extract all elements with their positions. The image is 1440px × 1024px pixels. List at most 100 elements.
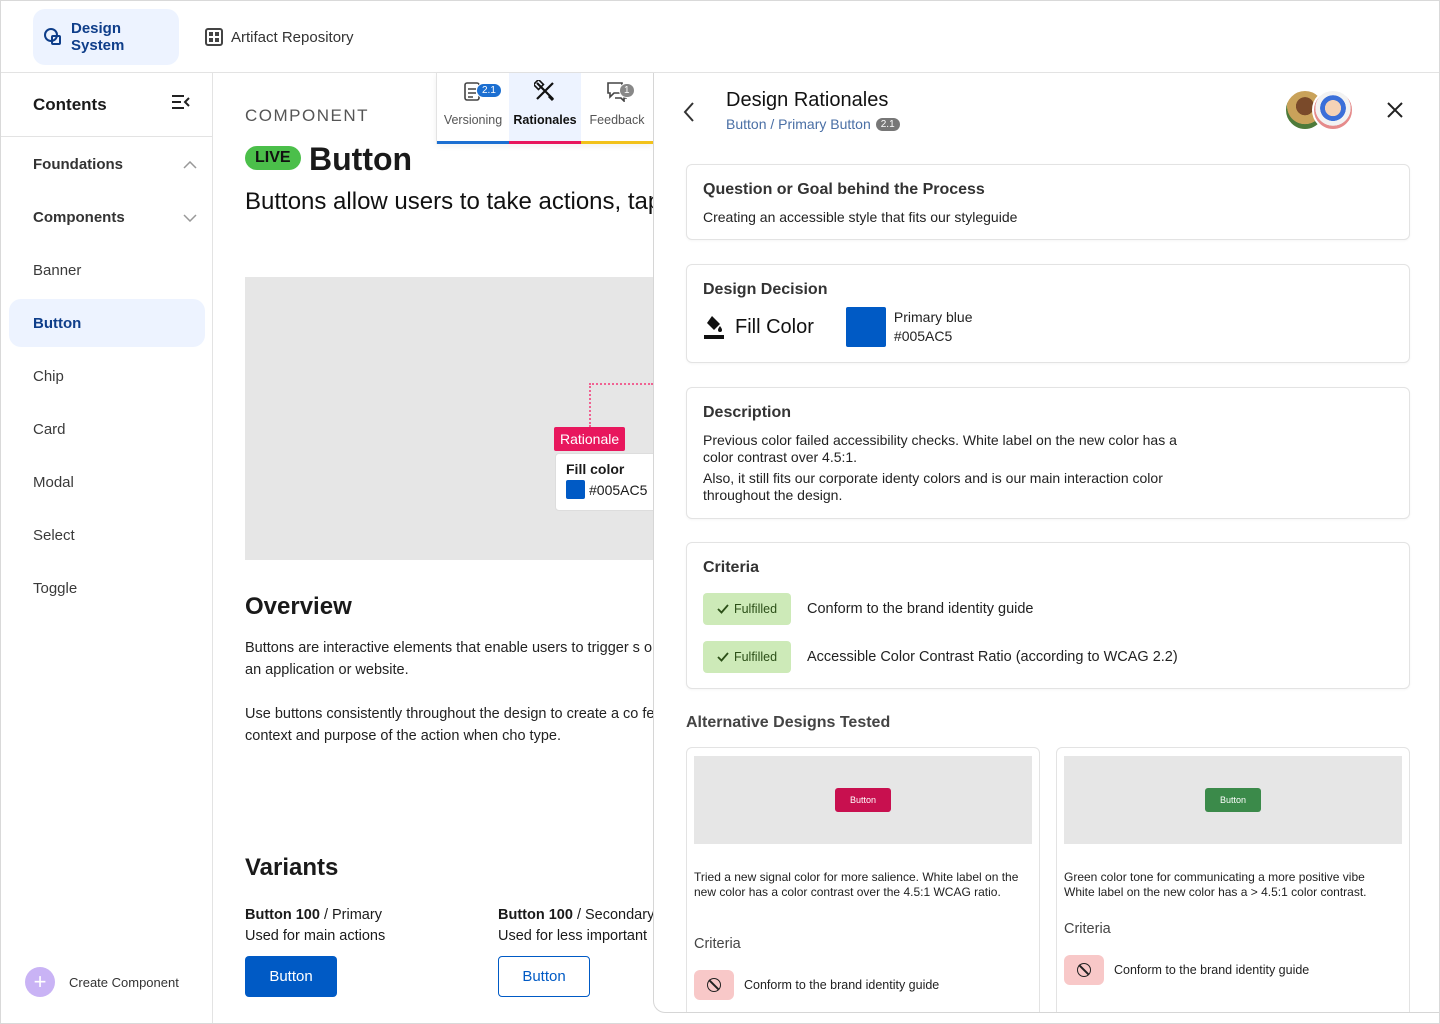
- card-heading: Criteria: [703, 559, 760, 576]
- sidebar-title: Contents: [33, 94, 107, 114]
- rationales-icon: [532, 78, 556, 107]
- annotation-connector: [589, 383, 653, 385]
- question-card: Question or Goal behind the Process Crea…: [686, 164, 1410, 240]
- sidebar-item-modal[interactable]: Modal: [9, 458, 205, 506]
- sidebar-item-label: Foundations: [33, 155, 123, 173]
- sidebar-header: Contents: [1, 73, 212, 137]
- rationale-tag[interactable]: Rationale: [554, 427, 626, 451]
- card-text: Creating an accessible style that fits o…: [703, 209, 1018, 225]
- alternatives-heading: Alternative Designs Tested: [686, 714, 891, 731]
- primary-button-sample[interactable]: Button: [245, 956, 337, 997]
- color-swatch: [845, 307, 886, 347]
- sidebar-item-select[interactable]: Select: [9, 511, 205, 559]
- alternative-preview: Button: [1064, 756, 1402, 844]
- color-name: Primary blue: [893, 309, 973, 325]
- failed-badge: [694, 970, 734, 1000]
- close-icon[interactable]: [1386, 95, 1404, 126]
- grid-icon: [205, 28, 223, 46]
- rationale-label: Fill color: [566, 461, 625, 477]
- alternative-description: Green color tone for communicating a mor…: [1064, 870, 1367, 899]
- sidebar-item-chip[interactable]: Chip: [9, 352, 205, 400]
- tab-label: Design System: [71, 20, 125, 54]
- ban-icon: [1077, 963, 1091, 977]
- sidebar-item-banner[interactable]: Banner: [9, 246, 205, 294]
- status-label: Fulfilled: [733, 602, 778, 616]
- secondary-button-sample[interactable]: Button: [498, 956, 590, 997]
- criteria-item: Conform to the brand identity guide: [694, 970, 939, 1000]
- criteria-text: Conform to the brand identity guide: [744, 978, 940, 992]
- tab-rationales[interactable]: Rationales: [509, 73, 581, 144]
- paint-bucket-icon: [703, 314, 725, 340]
- tab-design-system[interactable]: Design System: [33, 9, 179, 65]
- sidebar-item-label: Card: [33, 420, 66, 438]
- sidebar-item-foundations[interactable]: Foundations: [9, 140, 205, 188]
- variant-kind: / Primary: [319, 907, 382, 923]
- variant-description: Used for main actions: [245, 928, 386, 944]
- sidebar-item-components[interactable]: Components: [9, 193, 205, 241]
- tab-feedback[interactable]: 1 Feedback: [581, 73, 653, 144]
- criteria-item: Fulfilled Accessible Color Contrast Rati…: [703, 641, 1178, 673]
- variant-name: Button 100: [245, 907, 320, 923]
- panel-title: Design Rationales: [726, 89, 889, 111]
- avatar: [1312, 89, 1354, 131]
- overview-heading: Overview: [245, 593, 352, 620]
- alternative-button-sample: Button: [835, 788, 891, 812]
- color-hex: #005AC5: [893, 328, 953, 344]
- alternative-criteria-heading: Criteria: [1064, 921, 1111, 937]
- variant-secondary: Button 100 / Secondary Used for less imp…: [498, 905, 653, 947]
- overview-paragraph: Buttons are interactive elements that en…: [245, 640, 653, 678]
- alternative-criteria-heading: Criteria: [694, 936, 741, 952]
- criteria-text: Accessible Color Contrast Ratio (accordi…: [807, 649, 1178, 665]
- back-icon[interactable]: [682, 99, 696, 130]
- tab-versioning[interactable]: 2.1 Versioning: [437, 73, 509, 144]
- sidebar-item-toggle[interactable]: Toggle: [9, 564, 205, 612]
- alternative-preview: Button: [694, 756, 1032, 844]
- chevron-up-icon: [183, 156, 197, 173]
- feedback-count-badge: 1: [619, 83, 635, 98]
- collapse-sidebar-icon[interactable]: [172, 95, 190, 114]
- failed-badge: [1064, 955, 1104, 985]
- rationales-panel: Design Rationales Button / Primary Butto…: [653, 73, 1439, 1013]
- fulfilled-badge: Fulfilled: [703, 593, 791, 625]
- check-icon: [717, 604, 729, 614]
- sidebar-item-label: Toggle: [33, 579, 78, 597]
- app-window: Design System Artifact Repository Conten…: [0, 0, 1440, 1024]
- detail-tabs: 2.1 Versioning Rationales 1 Feedback: [436, 73, 654, 144]
- criteria-card: Criteria Fulfilled Conform to the brand …: [686, 542, 1410, 689]
- variant-kind: / Secondary: [572, 907, 653, 923]
- fulfilled-badge: Fulfilled: [703, 641, 791, 673]
- rationale-value-row: #005AC5: [566, 480, 653, 499]
- sidebar-item-card[interactable]: Card: [9, 405, 205, 453]
- status-badge: LIVE: [245, 146, 301, 170]
- decision-row: Fill Color Primary blue #005AC5: [703, 307, 973, 347]
- create-component-button[interactable]: + Create Component: [25, 967, 179, 997]
- sidebar-item-label: Select: [33, 526, 75, 544]
- design-decision-card: Design Decision Fill Color Primary blue …: [686, 264, 1410, 363]
- variant-description: Used for less important: [498, 928, 648, 944]
- alternative-design-card: Button Tried a new signal color for more…: [686, 747, 1040, 1012]
- ban-icon: [707, 978, 721, 992]
- card-heading: Question or Goal behind the Process: [703, 181, 985, 198]
- rationale-value: #005AC5: [589, 481, 648, 498]
- tab-label: Rationales: [513, 113, 577, 127]
- card-heading: Design Decision: [703, 281, 828, 298]
- sidebar-item-button[interactable]: Button: [9, 299, 205, 347]
- criteria-item: Conform to the brand identity guide: [1064, 955, 1309, 985]
- rationale-annotation[interactable]: Fill color #005AC5: [555, 453, 653, 511]
- main-content: COMPONENT LIVE Button Buttons allow user…: [213, 73, 653, 1023]
- tab-label: Versioning: [443, 113, 503, 127]
- criteria-text: Conform to the brand identity guide: [807, 601, 1034, 617]
- tab-label: Feedback: [589, 113, 645, 127]
- alternative-design-card: Button Green color tone for communicatin…: [1056, 747, 1410, 1012]
- page-eyebrow: COMPONENT: [245, 106, 369, 125]
- decision-label: Fill Color: [735, 315, 814, 338]
- variants-heading: Variants: [245, 854, 339, 881]
- tab-artifact-repository[interactable]: Artifact Repository: [195, 9, 364, 65]
- variant-name: Button 100: [498, 907, 573, 923]
- plus-icon: +: [25, 967, 55, 997]
- overview-paragraph: Use buttons consistently throughout the …: [245, 706, 653, 744]
- sidebar-item-label: Chip: [33, 367, 64, 385]
- collaborator-avatars[interactable]: [1284, 89, 1356, 133]
- version-badge: 2.1: [875, 117, 900, 131]
- sidebar-item-label: Modal: [33, 473, 74, 491]
